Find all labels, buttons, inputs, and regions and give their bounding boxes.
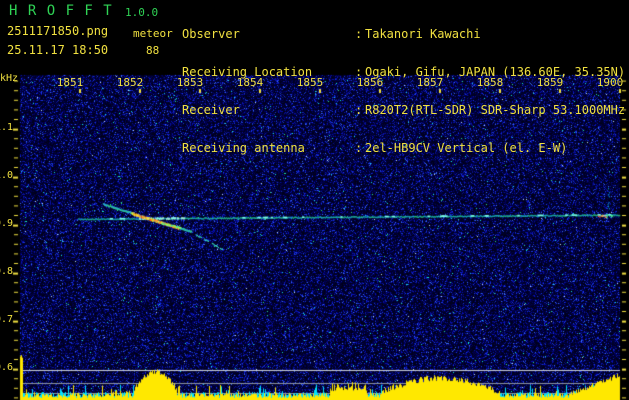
info-row-observer: Observer: Takanori Kawachi <box>182 27 625 41</box>
mode-label: meteor <box>133 27 173 40</box>
echo-count: 88 <box>146 44 160 57</box>
x-tick-label: 1900 <box>596 76 624 89</box>
x-tick-label: 1851 <box>56 76 84 89</box>
info-label: Observer <box>182 27 240 41</box>
info-row-antenna: Receiving antenna:2el-HB9CV Vertical (el… <box>182 141 625 155</box>
x-tick-label: 1859 <box>536 76 564 89</box>
info-colon: : <box>355 103 363 117</box>
y-tick-label: 0.7 <box>0 314 13 325</box>
info-value: 2el-HB9CV Vertical (el. E-W) <box>365 141 568 155</box>
info-label: Receiver <box>182 103 240 117</box>
x-tick-label: 1854 <box>236 76 264 89</box>
y-axis-unit-label: kHz <box>0 73 19 84</box>
y-tick-label: 1.1 <box>0 122 13 133</box>
info-row-receiver: Receiver: R820T2(RTL-SDR) SDR-Sharp 53.10… <box>182 103 625 117</box>
output-filename: 2511171850.png <box>7 24 109 38</box>
info-colon: : <box>355 141 363 155</box>
info-value: R820T2(RTL-SDR) SDR-Sharp 53.1000MHz <box>365 103 626 117</box>
hrofft-screen: H R O F F T 1.0.0 2511171850.png meteor … <box>0 0 629 400</box>
y-tick-label: 1.0 <box>0 170 13 181</box>
info-value: Takanori Kawachi <box>365 27 481 41</box>
x-tick-label: 1856 <box>356 76 384 89</box>
x-tick-label: 1852 <box>116 76 144 89</box>
info-colon: : <box>355 27 363 41</box>
app-title: H R O F F T <box>9 3 113 19</box>
y-tick-label: 0.8 <box>0 266 13 277</box>
x-tick-label: 1858 <box>476 76 504 89</box>
y-tick-label: 0.9 <box>0 218 13 229</box>
info-label: Receiving antenna <box>182 141 305 155</box>
y-tick-label: 0.6 <box>0 362 13 373</box>
x-tick-label: 1857 <box>416 76 444 89</box>
x-tick-label: 1855 <box>296 76 324 89</box>
date-time: 25.11.17 18:50 <box>7 43 109 57</box>
station-info: Observer: Takanori Kawachi Receiving Loca… <box>182 3 625 179</box>
app-version: 1.0.0 <box>125 6 159 19</box>
x-tick-label: 1853 <box>176 76 204 89</box>
